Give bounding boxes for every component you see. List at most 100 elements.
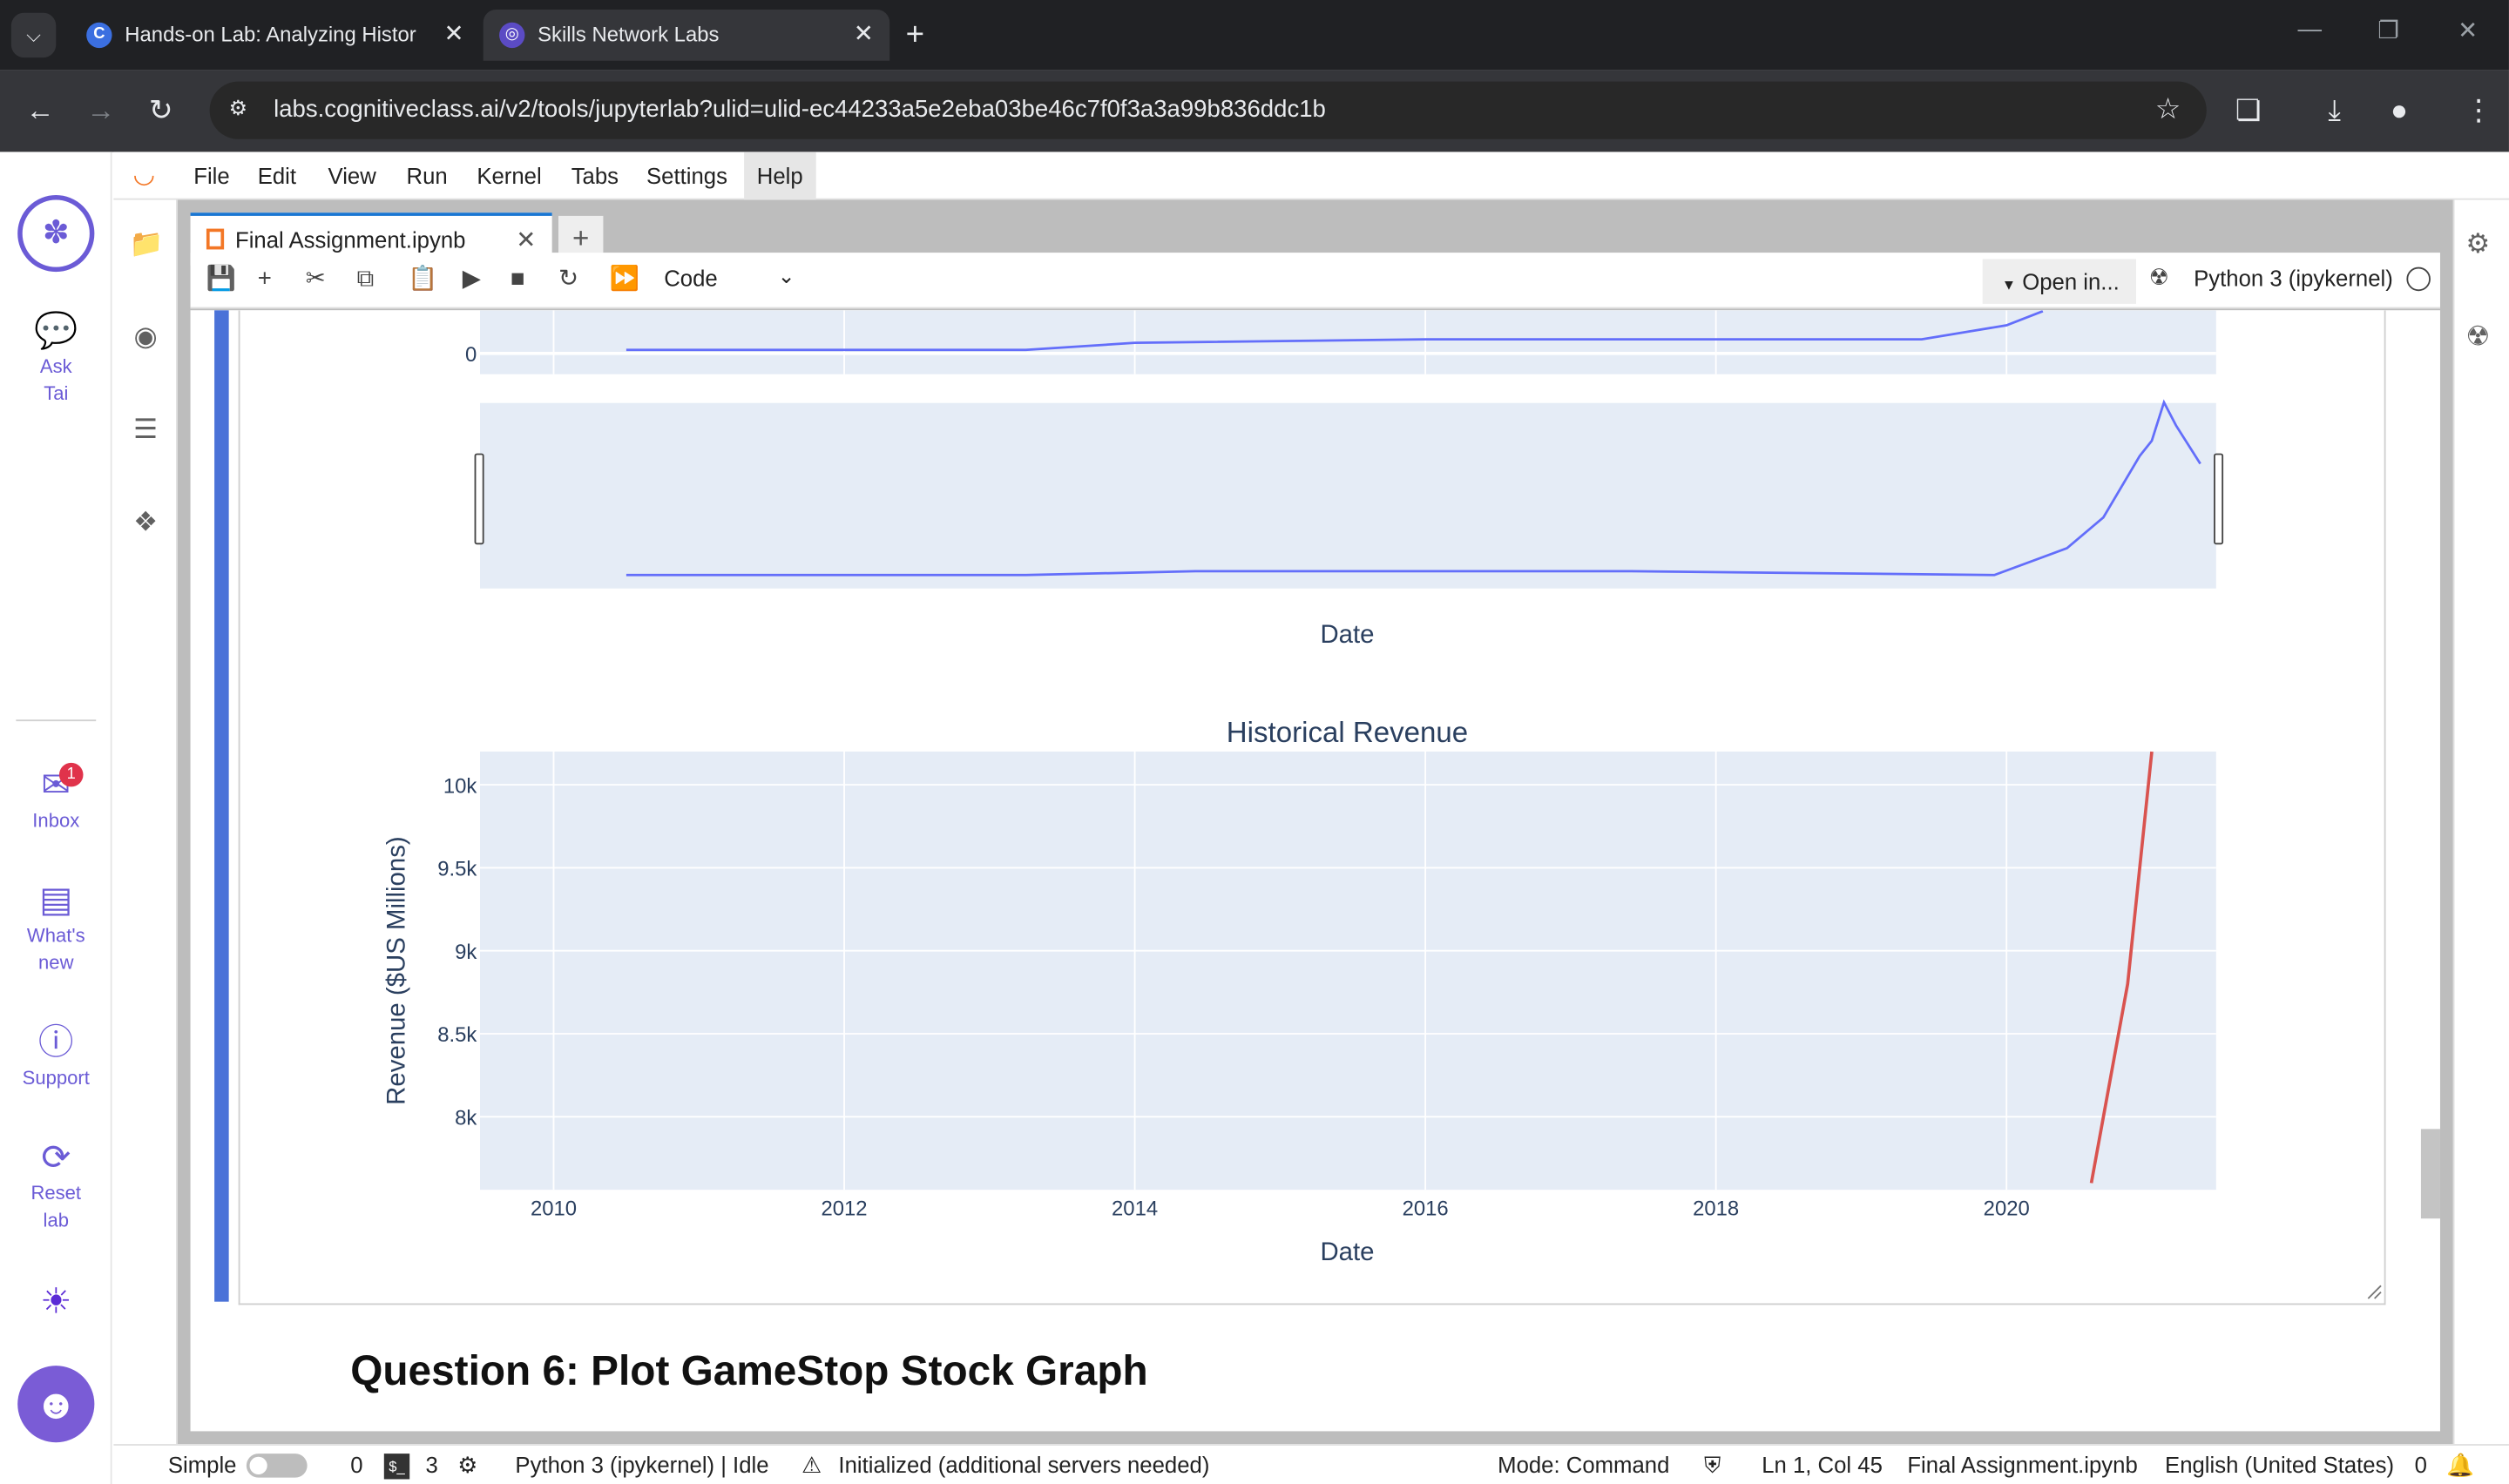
language-selector[interactable]: English (United States) bbox=[2165, 1452, 2394, 1477]
notebook-panel[interactable]: 0 Date Historical Revenue 10k 9.5k 9k 8.5k 8k 20… bbox=[190, 310, 2440, 1432]
menu-file[interactable]: File bbox=[181, 152, 243, 199]
sun-icon: ☀ bbox=[40, 1280, 72, 1321]
chevron-down-icon[interactable]: ⌄ bbox=[778, 264, 795, 289]
bug-icon[interactable]: ☢ bbox=[2149, 264, 2169, 291]
extensions-puzzle-icon[interactable]: ❖ bbox=[130, 507, 162, 539]
kernel-settings-icon[interactable]: ⚙ bbox=[457, 1452, 477, 1479]
file-name: Final Assignment.ipynb bbox=[1907, 1452, 2138, 1478]
open-in-label: Open in... bbox=[2022, 268, 2120, 294]
markdown-heading: Question 6: Plot GameStop Stock Graph bbox=[350, 1346, 1148, 1395]
download-icon[interactable]: ⤓ bbox=[2328, 92, 2341, 127]
site-info-icon[interactable]: ⚙ bbox=[229, 96, 247, 121]
skills-network-sidebar: ✽ 💬 Ask Tai ✉ 1 Inbox ▤ What's new ⓘ Sup… bbox=[0, 152, 112, 1484]
menu-settings[interactable]: Settings bbox=[633, 152, 740, 199]
skills-network-logo-icon[interactable]: ✽ bbox=[17, 195, 95, 273]
chevron-down-icon: ⌵ bbox=[26, 24, 41, 47]
sidebar-item-whats-new[interactable]: ▤ What's new bbox=[0, 878, 112, 977]
close-icon[interactable]: ✕ bbox=[516, 226, 536, 254]
open-in-button[interactable]: ▼ Open in... bbox=[1982, 259, 2136, 304]
cursor-position[interactable]: Ln 1, Col 45 bbox=[1762, 1452, 1883, 1477]
menu-help[interactable]: Help bbox=[744, 152, 816, 200]
y-tick-label: 10k bbox=[443, 774, 477, 798]
status-bar: Simple 0 $_ 3 ⚙ Python 3 (ipykernel) | I… bbox=[113, 1444, 2509, 1484]
rangeslider-background bbox=[480, 402, 2216, 589]
restore-icon[interactable]: ❐ bbox=[2377, 16, 2399, 44]
cell-collapser[interactable] bbox=[214, 310, 229, 1302]
sidebar-item-label: lab bbox=[43, 1209, 69, 1231]
avatar[interactable]: ☻ bbox=[17, 1366, 95, 1443]
bell-icon[interactable]: 🔔 bbox=[2446, 1452, 2474, 1479]
cell-type-select[interactable]: Code bbox=[664, 266, 717, 291]
sidebar-item-support[interactable]: ⓘ Support bbox=[0, 1020, 112, 1092]
chart-title: Historical Revenue bbox=[1227, 717, 1468, 749]
rangeslider-left-handle bbox=[474, 453, 484, 545]
run-all-icon[interactable]: ⏩ bbox=[610, 266, 639, 294]
x-tick-label: 2010 bbox=[531, 1197, 577, 1221]
minimize-icon[interactable]: — bbox=[2298, 16, 2323, 43]
restart-icon[interactable]: ↻ bbox=[558, 266, 578, 294]
menu-view[interactable]: View bbox=[315, 152, 389, 199]
kernel-status[interactable]: Python 3 (ipykernel) | Idle bbox=[515, 1452, 768, 1477]
lsp-status[interactable]: Initialized (additional servers needed) bbox=[838, 1452, 1209, 1477]
chat-bubble-icon: 💬 bbox=[34, 310, 78, 351]
folder-icon[interactable]: 📁 bbox=[130, 229, 164, 261]
back-icon[interactable]: ← bbox=[25, 92, 54, 127]
sidebar-item-label: Ask bbox=[39, 354, 72, 378]
kernel-count[interactable]: 0 bbox=[350, 1452, 362, 1477]
more-menu-icon[interactable]: ⋮ bbox=[2465, 92, 2493, 127]
inbox-badge: 1 bbox=[58, 762, 84, 787]
run-icon[interactable]: ▶ bbox=[463, 266, 481, 294]
notification-count[interactable]: 0 bbox=[2415, 1452, 2427, 1477]
notebook-scrollbar[interactable] bbox=[2420, 310, 2440, 1431]
plotly-figure[interactable]: 0 Date Historical Revenue 10k 9.5k 9k 8.5k 8k 20… bbox=[240, 310, 2386, 1305]
reset-icon: ⟳ bbox=[41, 1137, 71, 1177]
extensions-icon[interactable]: ❏ bbox=[2235, 92, 2262, 127]
stop-icon[interactable]: ■ bbox=[511, 266, 525, 294]
simple-mode-toggle[interactable] bbox=[246, 1454, 308, 1478]
copy-icon[interactable]: ⧉ bbox=[357, 266, 375, 294]
menu-run[interactable]: Run bbox=[394, 152, 461, 199]
sidebar-item-ask-tai[interactable]: 💬 Ask Tai bbox=[0, 308, 112, 408]
browser-tab-skills-network[interactable]: ◎ Skills Network Labs ✕ bbox=[483, 10, 890, 61]
terminal-count[interactable]: 3 bbox=[426, 1452, 438, 1477]
x-tick-label: 2012 bbox=[822, 1197, 868, 1221]
terminal-icon[interactable]: $_ bbox=[383, 1454, 410, 1480]
inbox-icon: ✉ bbox=[41, 764, 71, 805]
save-icon[interactable]: 💾 bbox=[206, 266, 236, 294]
window-close-icon[interactable]: ✕ bbox=[2458, 16, 2478, 44]
insert-cell-icon[interactable]: + bbox=[258, 266, 272, 294]
sidebar-item-reset-lab[interactable]: ⟳ Reset lab bbox=[0, 1136, 112, 1235]
close-icon[interactable]: ✕ bbox=[854, 19, 874, 48]
tab-search-button[interactable]: ⌵ bbox=[10, 12, 57, 58]
forward-icon[interactable]: → bbox=[86, 92, 115, 127]
new-tab-icon[interactable]: + bbox=[906, 13, 924, 57]
sidebar-item-label: Tai bbox=[44, 381, 69, 405]
sidebar-divider bbox=[16, 719, 97, 722]
property-inspector-icon[interactable]: ⚙ bbox=[2465, 229, 2490, 261]
shield-icon[interactable]: ⛨ bbox=[1704, 1452, 1721, 1479]
address-bar[interactable]: ⚙ labs.cognitiveclass.ai/v2/tools/jupyte… bbox=[209, 81, 2207, 139]
theme-toggle[interactable]: ☀ bbox=[0, 1279, 112, 1324]
reload-icon[interactable]: ↻ bbox=[149, 92, 173, 127]
plot-background bbox=[480, 310, 2216, 374]
bookmark-star-icon[interactable]: ☆ bbox=[2155, 92, 2181, 126]
sidebar-item-inbox[interactable]: ✉ 1 Inbox bbox=[0, 762, 112, 835]
menu-kernel[interactable]: Kernel bbox=[464, 152, 555, 199]
close-icon[interactable]: ✕ bbox=[444, 19, 464, 48]
x-tick-label: 2014 bbox=[1112, 1197, 1158, 1221]
menu-edit[interactable]: Edit bbox=[245, 152, 309, 199]
x-tick-label: 2020 bbox=[1984, 1197, 2030, 1221]
paste-icon[interactable]: 📋 bbox=[408, 266, 437, 294]
debugger-icon[interactable]: ☢ bbox=[2465, 321, 2490, 354]
browser-tab-lab[interactable]: C Hands-on Lab: Analyzing Histor ✕ bbox=[71, 10, 480, 61]
scrollbar-thumb[interactable] bbox=[2420, 1129, 2440, 1219]
cell-output-area[interactable]: 0 Date Historical Revenue 10k 9.5k 9k 8.5k 8k 20… bbox=[238, 310, 2386, 1305]
profile-icon[interactable]: ● bbox=[2391, 92, 2408, 127]
cut-icon[interactable]: ✂ bbox=[306, 266, 326, 294]
y-tick-label: 9.5k bbox=[437, 858, 477, 881]
kernel-name-button[interactable]: Python 3 (ipykernel) bbox=[2194, 266, 2393, 291]
table-of-contents-icon[interactable]: ☰ bbox=[130, 415, 162, 447]
running-kernels-icon[interactable]: ◉ bbox=[130, 321, 162, 354]
sidebar-item-label: What's bbox=[26, 924, 85, 948]
menu-tabs[interactable]: Tabs bbox=[558, 152, 632, 199]
